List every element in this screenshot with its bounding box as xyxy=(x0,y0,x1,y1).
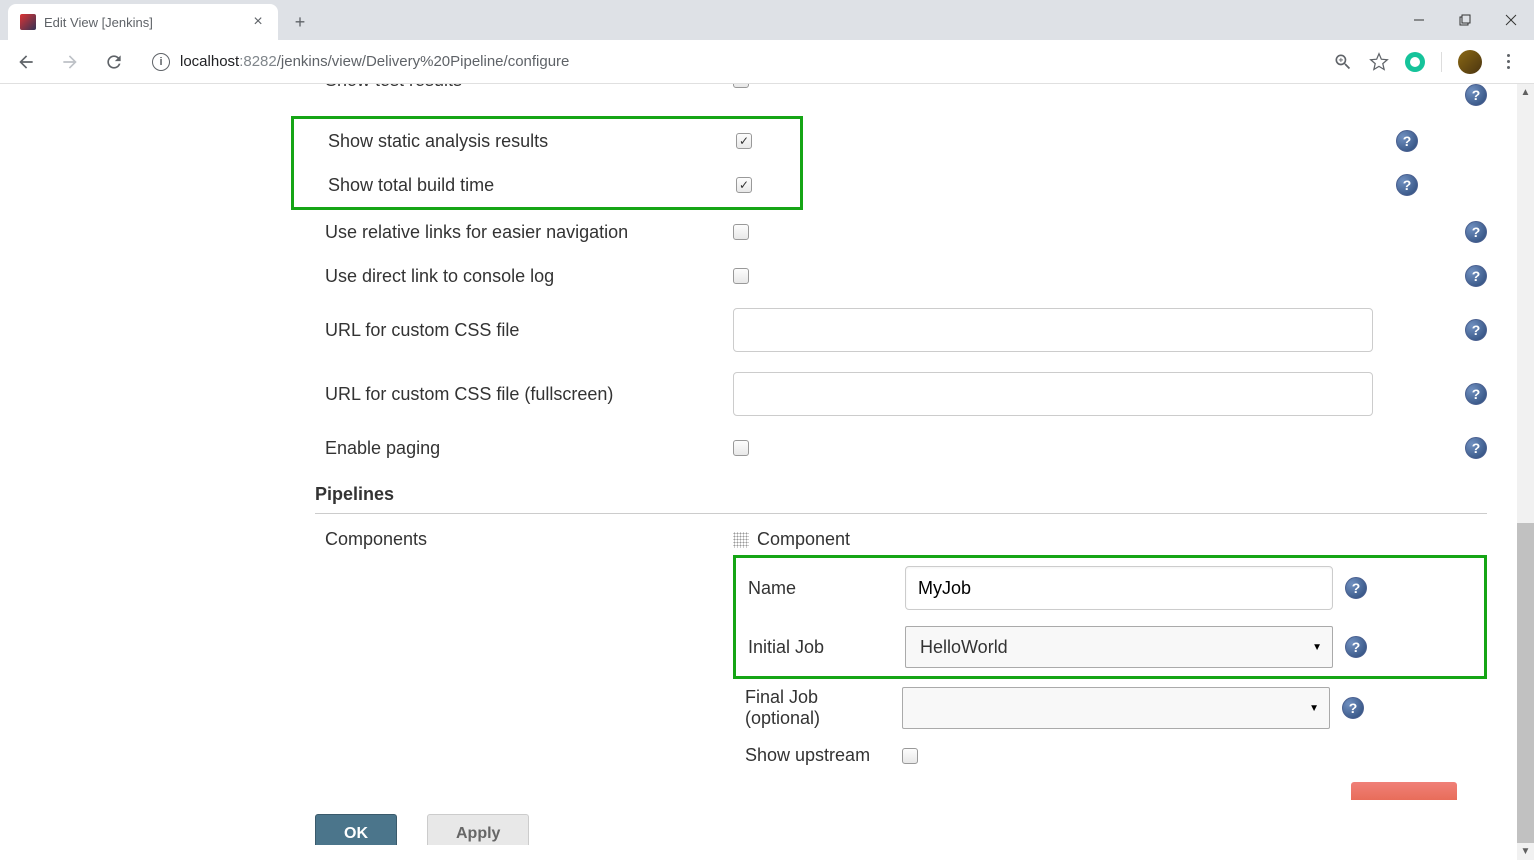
close-window-button[interactable] xyxy=(1488,0,1534,40)
row-url-css-fullscreen: URL for custom CSS file (fullscreen) ? xyxy=(315,362,1487,426)
input-url-css-fullscreen[interactable] xyxy=(733,372,1373,416)
help-icon[interactable]: ? xyxy=(1465,437,1487,459)
divider xyxy=(1441,52,1442,72)
address-bar: i localhost:8282/jenkins/view/Delivery%2… xyxy=(0,40,1534,84)
reload-button[interactable] xyxy=(96,44,132,80)
vertical-scrollbar[interactable]: ▲ ▼ xyxy=(1517,84,1534,860)
maximize-button[interactable] xyxy=(1442,0,1488,40)
row-show-upstream: Show upstream xyxy=(733,737,1487,774)
select-final-job[interactable] xyxy=(902,687,1330,729)
label-static-analysis: Show static analysis results xyxy=(318,131,736,152)
highlight-annotation-component: Name ? Initial Job HelloWorld ? xyxy=(733,555,1487,679)
label-show-test-results: Show test results xyxy=(315,84,733,91)
row-component-name: Name ? xyxy=(736,558,1484,618)
label-relative-links: Use relative links for easier navigation xyxy=(315,222,733,243)
label-url-css: URL for custom CSS file xyxy=(315,320,733,341)
help-icon[interactable]: ? xyxy=(1396,130,1418,152)
label-component-name: Name xyxy=(736,578,893,599)
url-bar[interactable]: i localhost:8282/jenkins/view/Delivery%2… xyxy=(140,46,1325,78)
help-icon[interactable]: ? xyxy=(1465,265,1487,287)
label-show-upstream: Show upstream xyxy=(733,745,890,766)
drag-handle-icon[interactable] xyxy=(733,532,749,548)
checkbox-show-upstream[interactable] xyxy=(902,748,918,764)
label-direct-link: Use direct link to console log xyxy=(315,266,733,287)
browser-tab-bar: Edit View [Jenkins] × + xyxy=(0,0,1534,40)
tab-title: Edit View [Jenkins] xyxy=(44,15,242,30)
row-url-css: URL for custom CSS file ? xyxy=(315,298,1487,362)
row-components: Components Component Name ? xyxy=(315,524,1487,800)
browser-menu-icon[interactable] xyxy=(1498,52,1518,72)
scroll-thumb[interactable] xyxy=(1517,523,1534,843)
help-icon[interactable]: ? xyxy=(1345,577,1367,599)
help-icon[interactable]: ? xyxy=(1465,84,1487,106)
button-bar: OK Apply xyxy=(0,800,1517,845)
help-icon[interactable]: ? xyxy=(1465,319,1487,341)
label-total-build-time: Show total build time xyxy=(318,175,736,196)
label-url-css-fullscreen: URL for custom CSS file (fullscreen) xyxy=(315,384,733,405)
minimize-button[interactable] xyxy=(1396,0,1442,40)
delete-button-area xyxy=(733,782,1487,800)
input-component-name[interactable] xyxy=(905,566,1333,610)
select-initial-job[interactable]: HelloWorld xyxy=(905,626,1333,668)
browser-tab[interactable]: Edit View [Jenkins] × xyxy=(8,4,278,40)
checkbox-total-build-time[interactable]: ✓ xyxy=(736,177,752,193)
highlight-annotation: Show static analysis results ✓ ? Show to… xyxy=(291,116,803,210)
checkbox-enable-paging[interactable] xyxy=(733,440,749,456)
checkbox-relative-links[interactable] xyxy=(733,224,749,240)
help-icon[interactable]: ? xyxy=(1396,174,1418,196)
checkbox-direct-link[interactable] xyxy=(733,268,749,284)
profile-avatar[interactable] xyxy=(1458,50,1482,74)
scroll-down-icon[interactable]: ▼ xyxy=(1517,843,1534,860)
label-components: Components xyxy=(315,524,733,550)
input-url-css[interactable] xyxy=(733,308,1373,352)
label-final-job: Final Job (optional) xyxy=(733,687,890,729)
window-controls xyxy=(1396,0,1534,40)
bookmark-icon[interactable] xyxy=(1369,52,1389,72)
forward-button[interactable] xyxy=(52,44,88,80)
back-button[interactable] xyxy=(8,44,44,80)
address-bar-actions xyxy=(1333,50,1526,74)
zoom-icon[interactable] xyxy=(1333,52,1353,72)
checkbox-show-test-results[interactable] xyxy=(733,84,749,88)
site-info-icon[interactable]: i xyxy=(152,53,170,71)
row-show-test-results: Show test results ? xyxy=(315,84,1487,116)
help-icon[interactable]: ? xyxy=(1345,636,1367,658)
jenkins-favicon xyxy=(20,14,36,30)
component-title: Component xyxy=(757,529,850,550)
row-enable-paging: Enable paging ? xyxy=(315,426,1487,470)
label-enable-paging: Enable paging xyxy=(315,438,733,459)
row-static-analysis: Show static analysis results ✓ ? xyxy=(318,119,1418,163)
checkbox-static-analysis[interactable]: ✓ xyxy=(736,133,752,149)
row-initial-job: Initial Job HelloWorld ? xyxy=(736,618,1484,676)
row-direct-link: Use direct link to console log ? xyxy=(315,254,1487,298)
grammarly-extension-icon[interactable] xyxy=(1405,52,1425,72)
close-tab-icon[interactable]: × xyxy=(250,14,266,30)
section-pipelines: Pipelines xyxy=(315,470,1487,514)
url-text: localhost:8282/jenkins/view/Delivery%20P… xyxy=(180,53,569,70)
help-icon[interactable]: ? xyxy=(1342,697,1364,719)
new-tab-button[interactable]: + xyxy=(286,8,314,36)
row-relative-links: Use relative links for easier navigation… xyxy=(315,210,1487,254)
label-initial-job: Initial Job xyxy=(736,637,893,658)
delete-button[interactable] xyxy=(1351,782,1457,800)
row-final-job: Final Job (optional) ? xyxy=(733,679,1487,737)
help-icon[interactable]: ? xyxy=(1465,383,1487,405)
ok-button[interactable]: OK xyxy=(315,814,397,845)
row-total-build-time: Show total build time ✓ ? xyxy=(318,163,1418,207)
page-content: Show test results ? Show static analysis… xyxy=(0,84,1517,860)
help-icon[interactable]: ? xyxy=(1465,221,1487,243)
component-header: Component xyxy=(733,524,1487,555)
apply-button[interactable]: Apply xyxy=(427,814,529,845)
scroll-up-icon[interactable]: ▲ xyxy=(1517,84,1534,101)
